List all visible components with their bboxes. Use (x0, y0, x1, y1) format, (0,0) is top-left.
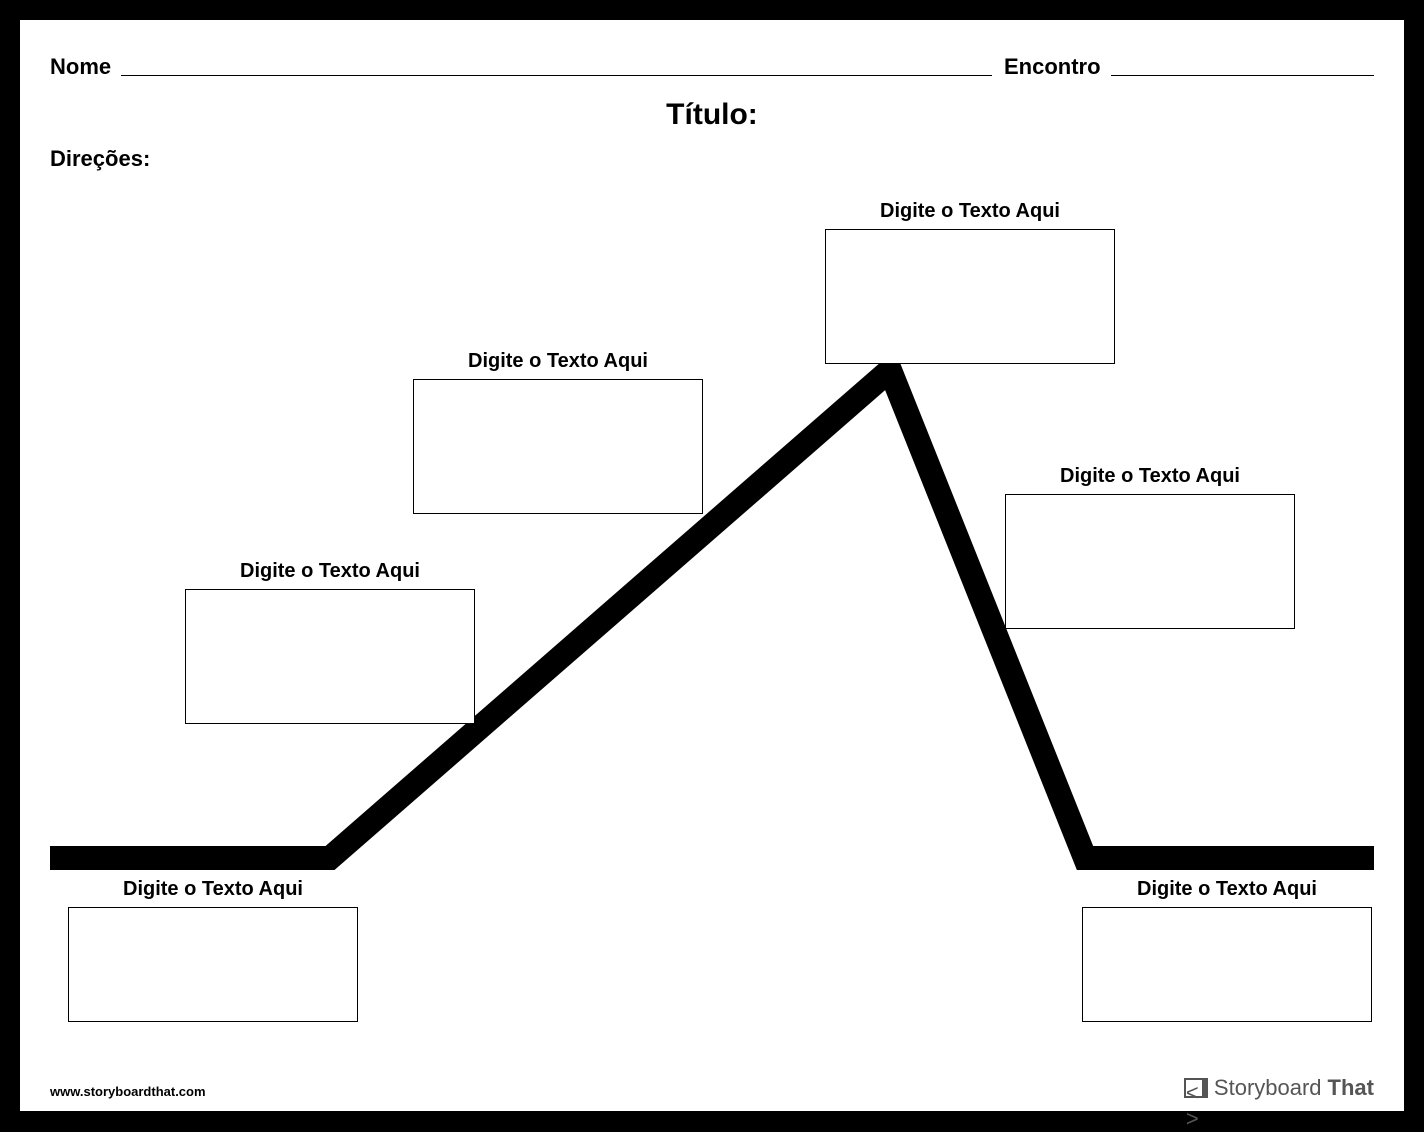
brand-text-a: Storyboard (1214, 1075, 1322, 1101)
node-climax: Digite o Texto Aqui (825, 200, 1115, 364)
directions-label: Direções: (50, 146, 150, 172)
footer-url: www.storyboardthat.com (50, 1084, 206, 1099)
node-falling-box[interactable] (1005, 494, 1295, 629)
node-rising2: Digite o Texto Aqui (413, 350, 703, 514)
node-rising1-label: Digite o Texto Aqui (185, 560, 475, 583)
storyboard-icon: < > (1184, 1078, 1208, 1098)
name-label: Nome (50, 54, 111, 80)
header-row: Nome Encontro (50, 54, 1374, 80)
node-rising2-label: Digite o Texto Aqui (413, 350, 703, 373)
node-climax-box[interactable] (825, 229, 1115, 364)
node-exposition-label: Digite o Texto Aqui (68, 878, 358, 901)
node-exposition-box[interactable] (68, 907, 358, 1022)
node-resolution-label: Digite o Texto Aqui (1082, 878, 1372, 901)
node-falling: Digite o Texto Aqui (1005, 465, 1295, 629)
node-resolution: Digite o Texto Aqui (1082, 878, 1372, 1022)
node-falling-label: Digite o Texto Aqui (1005, 465, 1295, 488)
brand-text-b: That (1328, 1075, 1374, 1101)
name-input-line[interactable] (121, 75, 992, 76)
footer-brand: < > StoryboardThat (1184, 1075, 1374, 1101)
date-label: Encontro (1004, 54, 1101, 80)
page-title: Título: (20, 98, 1404, 132)
name-field: Nome (50, 54, 992, 80)
worksheet-page: Nome Encontro Título: Direções: Digite o… (20, 20, 1404, 1111)
node-rising1: Digite o Texto Aqui (185, 560, 475, 724)
date-input-line[interactable] (1111, 75, 1374, 76)
node-climax-label: Digite o Texto Aqui (825, 200, 1115, 223)
node-exposition: Digite o Texto Aqui (68, 878, 358, 1022)
node-rising2-box[interactable] (413, 379, 703, 514)
node-rising1-box[interactable] (185, 589, 475, 724)
node-resolution-box[interactable] (1082, 907, 1372, 1022)
date-field: Encontro (1004, 54, 1374, 80)
